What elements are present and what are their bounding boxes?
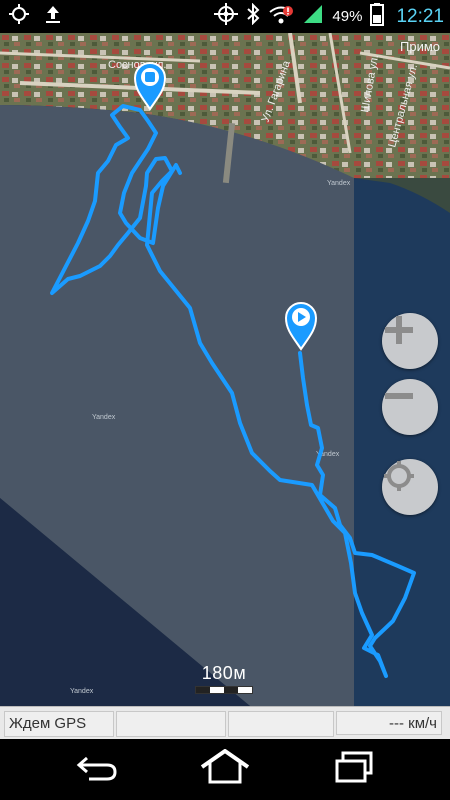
navigation-bar [0, 739, 450, 800]
locate-button[interactable] [382, 459, 438, 515]
wifi-alert-icon [268, 3, 294, 30]
clock: 12:21 [396, 5, 444, 27]
map-watermark: Yandex [70, 688, 94, 695]
map-view[interactable]: Соснов. ул. Ул. Гагарина Шилова ул. Цент… [0, 33, 450, 706]
info-cell-empty [116, 711, 226, 737]
gps-fix-icon [8, 3, 30, 30]
map-watermark: Yandex [327, 180, 351, 187]
recent-apps-icon [333, 750, 377, 789]
home-button[interactable] [180, 747, 270, 791]
zoom-in-button[interactable] [382, 313, 438, 369]
back-icon [75, 752, 119, 787]
map-watermark: Yandex [92, 414, 116, 421]
signal-icon [302, 3, 324, 30]
gps-target-icon [214, 3, 239, 30]
status-bar: 49% 12:21 [0, 0, 450, 33]
map-scale: 180м [194, 663, 254, 694]
speed-readout: --- км/ч [336, 711, 442, 735]
recent-apps-button[interactable] [310, 747, 400, 791]
home-icon [199, 748, 251, 790]
battery-icon [370, 2, 385, 31]
scale-label: 180м [201, 663, 247, 683]
gps-status: Ждем GPS [4, 711, 114, 737]
bluetooth-icon [246, 2, 260, 30]
stop-icon [145, 72, 155, 82]
upload-icon [44, 3, 62, 30]
info-bar: Ждем GPS --- км/ч [0, 706, 450, 740]
place-label: Примо [400, 39, 440, 54]
back-button[interactable] [52, 747, 142, 791]
map-canvas[interactable]: Соснов. ул. Ул. Гагарина Шилова ул. Цент… [0, 33, 450, 706]
zoom-out-button[interactable] [382, 379, 438, 435]
scale-bar [195, 686, 253, 694]
info-cell-empty [228, 711, 334, 737]
battery-percent: 49% [332, 8, 363, 25]
